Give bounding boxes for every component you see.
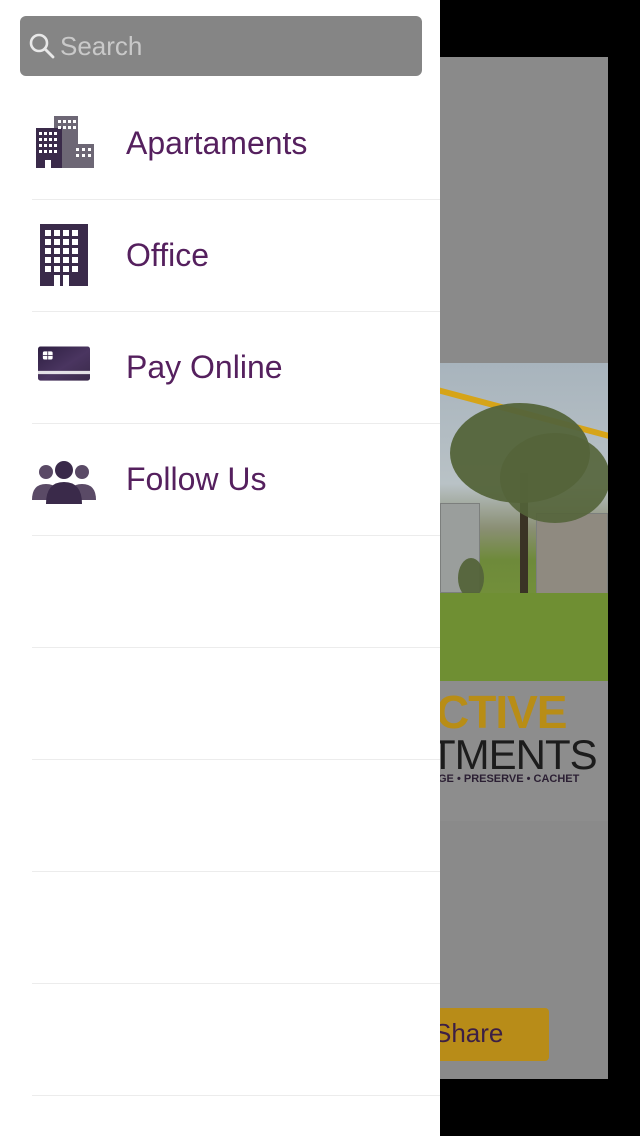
- share-button-label: Share: [434, 1018, 504, 1048]
- empty-row: [0, 536, 440, 648]
- search-input[interactable]: [60, 24, 410, 68]
- menu-item-label: Apartaments: [126, 125, 308, 161]
- empty-row: [0, 984, 440, 1096]
- search-icon: [29, 33, 55, 59]
- menu-item-label: Follow Us: [126, 461, 267, 497]
- navigation-drawer: Apartaments Office: [0, 0, 440, 1136]
- apartment-photo: [440, 363, 608, 681]
- logo-line-2: TMENTS: [440, 731, 598, 778]
- credit-card-icon: [38, 346, 90, 381]
- empty-row: [0, 872, 440, 984]
- menu-item-office[interactable]: Office: [0, 200, 440, 312]
- search-bar[interactable]: [20, 16, 422, 76]
- property-logo: CTIVE TMENTS GE • PRESERVE • CACHET: [440, 681, 608, 821]
- logo-tagline: GE • PRESERVE • CACHET: [440, 773, 580, 785]
- menu-item-apartaments[interactable]: Apartaments: [0, 88, 440, 200]
- people-group-icon: [32, 461, 96, 504]
- empty-row: [0, 760, 440, 872]
- menu-item-label: Pay Online: [126, 349, 283, 385]
- menu-item-label: Office: [126, 237, 209, 273]
- menu-item-follow-us[interactable]: Follow Us: [0, 424, 440, 536]
- office-building-icon: [40, 224, 88, 286]
- apartment-buildings-icon: [36, 116, 94, 168]
- menu-item-pay-online[interactable]: Pay Online: [0, 312, 440, 424]
- empty-row: [0, 648, 440, 760]
